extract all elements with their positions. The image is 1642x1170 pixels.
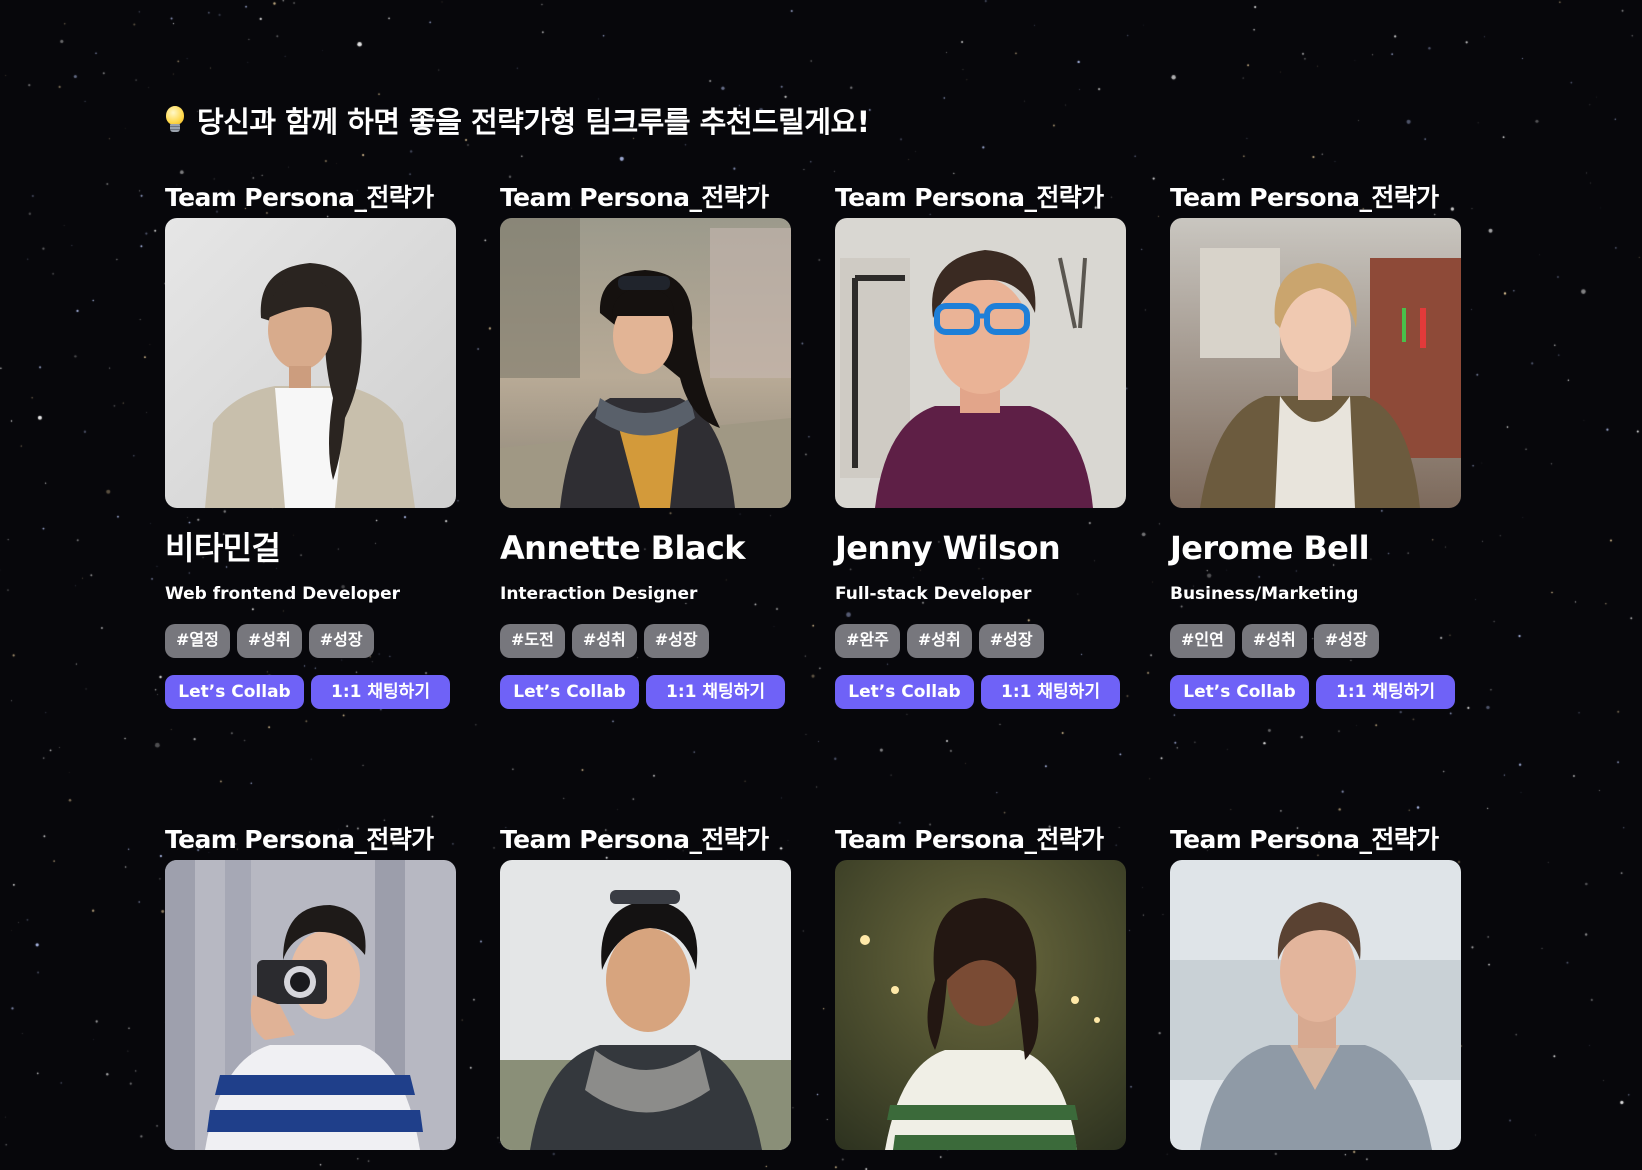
card-actions: Let’s Collab 1:1 채팅하기 [1170, 675, 1461, 709]
profile-photo[interactable] [165, 218, 456, 508]
persona-role: Interaction Designer [500, 584, 698, 604]
tag-chip[interactable]: #열정 [165, 624, 230, 658]
persona-card: Team Persona_전략가 [165, 820, 456, 1150]
chat-button[interactable]: 1:1 채팅하기 [1316, 675, 1455, 709]
collab-button[interactable]: Let’s Collab [165, 675, 304, 709]
tag-list: #열정 #성취 #성장 [165, 624, 456, 658]
card-label: Team Persona_전략가 [1170, 825, 1439, 854]
card-label: Team Persona_전략가 [165, 825, 434, 854]
card-label: Team Persona_전략가 [500, 825, 769, 854]
tag-chip[interactable]: #완주 [835, 624, 900, 658]
profile-photo[interactable] [835, 860, 1126, 1150]
card-actions: Let’s Collab 1:1 채팅하기 [165, 675, 456, 709]
persona-card: Team Persona_전략가 [500, 820, 791, 1150]
tag-chip[interactable]: #성장 [643, 624, 709, 658]
persona-name: Annette Black [500, 529, 745, 567]
section-heading: 당신과 함께 하면 좋을 전략가형 팀크루를 추천드릴게요! [165, 98, 870, 142]
card-label: Team Persona_전략가 [500, 183, 769, 212]
persona-card: Team Persona_전략가 [1170, 820, 1461, 1150]
persona-row-2: Team Persona_전략가 Team Persona_전략가 Team P… [165, 820, 1461, 1150]
persona-card: Team Persona_전략가 [835, 820, 1126, 1150]
tag-chip[interactable]: #성장 [1313, 624, 1379, 658]
tag-chip[interactable]: #도전 [500, 624, 565, 658]
chat-button[interactable]: 1:1 채팅하기 [646, 675, 785, 709]
persona-card: Team Persona_전략가 [500, 178, 791, 709]
profile-photo[interactable] [835, 218, 1126, 508]
profile-photo[interactable] [500, 218, 791, 508]
persona-name: 비타민걸 [165, 529, 281, 567]
profile-photo[interactable] [1170, 218, 1461, 508]
persona-role: Web frontend Developer [165, 584, 401, 604]
collab-button[interactable]: Let’s Collab [835, 675, 974, 709]
tag-chip[interactable]: #인연 [1170, 624, 1235, 658]
persona-name: Jerome Bell [1170, 529, 1370, 567]
card-actions: Let’s Collab 1:1 채팅하기 [500, 675, 791, 709]
persona-name: Jenny Wilson [835, 529, 1061, 567]
chat-button[interactable]: 1:1 채팅하기 [311, 675, 450, 709]
tag-chip[interactable]: #성취 [1241, 624, 1307, 658]
chat-button[interactable]: 1:1 채팅하기 [981, 675, 1120, 709]
profile-photo[interactable] [1170, 860, 1461, 1150]
lightbulb-icon [165, 105, 185, 135]
section-heading-text: 당신과 함께 하면 좋을 전략가형 팀크루를 추천드릴게요! [197, 105, 870, 139]
card-label: Team Persona_전략가 [835, 825, 1104, 854]
card-label: Team Persona_전략가 [835, 183, 1104, 212]
persona-card: Team Persona_전략가 [1170, 178, 1461, 709]
persona-card: Team Persona_전략가 Jenny Wilson Full-stack… [835, 178, 1126, 709]
collab-button[interactable]: Let’s Collab [500, 675, 639, 709]
persona-card: Team Persona_전략가 비타민걸 Web frontend Devel… [165, 178, 456, 709]
tag-list: #인연 #성취 #성장 [1170, 624, 1461, 658]
tag-chip[interactable]: #성장 [978, 624, 1044, 658]
tag-chip[interactable]: #성취 [571, 624, 637, 658]
persona-role: Full-stack Developer [835, 584, 1032, 604]
card-label: Team Persona_전략가 [1170, 183, 1439, 212]
tag-chip[interactable]: #성취 [236, 624, 302, 658]
persona-row-1: Team Persona_전략가 비타민걸 Web frontend Devel… [165, 178, 1461, 709]
tag-list: #도전 #성취 #성장 [500, 624, 791, 658]
card-label: Team Persona_전략가 [165, 183, 434, 212]
tag-list: #완주 #성취 #성장 [835, 624, 1126, 658]
collab-button[interactable]: Let’s Collab [1170, 675, 1309, 709]
profile-photo[interactable] [165, 860, 456, 1150]
tag-chip[interactable]: #성장 [308, 624, 374, 658]
tag-chip[interactable]: #성취 [906, 624, 972, 658]
profile-photo[interactable] [500, 860, 791, 1150]
card-actions: Let’s Collab 1:1 채팅하기 [835, 675, 1126, 709]
persona-role: Business/Marketing [1170, 584, 1359, 604]
